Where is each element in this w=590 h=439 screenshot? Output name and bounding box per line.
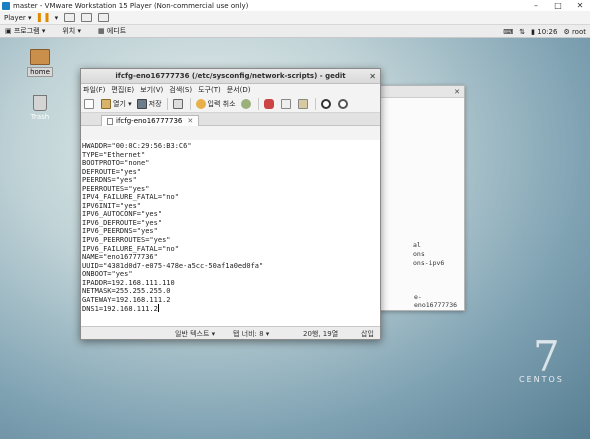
toolbar-separator xyxy=(166,98,168,110)
guest-desktop: ▣ 프로그램 ▾ 위치 ▾ ▦ 에디트 ⌨ ⇅ ▮ 10:26 ⚙ root h… xyxy=(0,25,590,439)
minimize-icon[interactable]: – xyxy=(526,0,546,11)
unity-icon[interactable] xyxy=(81,13,93,22)
menu-tools[interactable]: 도구(T) xyxy=(198,85,221,95)
trash-icon[interactable]: Trash xyxy=(23,95,57,121)
gedit-menubar: 파일(F) 편집(E) 보기(V) 검색(S) 도구(T) 문서(D) xyxy=(81,84,380,96)
tab-width-selector[interactable]: 탭 너비: 8 ▾ xyxy=(233,329,269,339)
replace-icon xyxy=(337,99,348,109)
toolbar-separator xyxy=(189,98,191,110)
toolbar-separator xyxy=(314,98,316,110)
replace-button[interactable] xyxy=(337,99,350,109)
close-icon[interactable]: ✕ xyxy=(570,0,590,11)
menu-documents[interactable]: 문서(D) xyxy=(227,85,251,95)
send-ctrl-alt-del-icon[interactable] xyxy=(64,13,76,22)
gnome-top-bar: ▣ 프로그램 ▾ 위치 ▾ ▦ 에디트 ⌨ ⇅ ▮ 10:26 ⚙ root xyxy=(0,25,590,38)
toolbar-separator xyxy=(257,98,259,110)
pause-icon[interactable]: ❚❚ xyxy=(36,13,51,23)
save-icon xyxy=(136,99,147,109)
bg-window-close-icon[interactable]: ✕ xyxy=(454,88,460,96)
user-menu[interactable]: ⚙ root xyxy=(563,28,586,36)
keyboard-icon[interactable]: ⌨ xyxy=(503,28,513,36)
gedit-tabbar: ifcfg-eno16777736 ✕ xyxy=(81,113,380,126)
editor-content[interactable]: HWADDR="00:0C:29:56:B3:C6" TYPE="Etherne… xyxy=(81,140,380,314)
open-folder-icon xyxy=(101,99,111,109)
new-file-icon xyxy=(84,99,94,109)
trash-can-icon xyxy=(33,95,47,111)
find-button[interactable] xyxy=(320,99,333,109)
undo-icon xyxy=(195,99,206,109)
active-app-menu[interactable]: ▦ 에디트 xyxy=(98,26,126,36)
document-tab-icon xyxy=(107,117,113,125)
player-menu[interactable]: Player ▾ xyxy=(4,14,32,22)
home-folder-icon[interactable]: home xyxy=(23,49,57,77)
bg-window-last-line: e-eno16777736 xyxy=(414,293,458,309)
print-button[interactable] xyxy=(172,99,185,109)
gedit-window[interactable]: ifcfg-eno16777736 (/etc/sysconfig/networ… xyxy=(80,68,381,340)
centos-version-logo: 7 xyxy=(533,332,560,381)
cursor-position: 20행, 19열 xyxy=(303,330,339,338)
new-file-button[interactable] xyxy=(84,99,96,109)
text-cursor xyxy=(157,304,159,313)
gedit-toolbar: 열기 ▾ 저장 입력 취소 xyxy=(81,96,380,113)
menu-search[interactable]: 검색(S) xyxy=(169,85,192,95)
menu-view[interactable]: 보기(V) xyxy=(140,85,163,95)
redo-icon xyxy=(240,99,251,109)
gedit-title: ifcfg-eno16777736 (/etc/sysconfig/networ… xyxy=(115,72,346,80)
host-window-title: master - VMware Workstation 15 Player (N… xyxy=(13,1,249,10)
undo-button[interactable]: 입력 취소 xyxy=(195,99,236,109)
menu-file[interactable]: 파일(F) xyxy=(83,85,105,95)
cut-icon xyxy=(263,99,274,109)
gedit-close-icon[interactable]: ✕ xyxy=(369,69,376,84)
gedit-statusbar: 일반 텍스트 ▾ 탭 너비: 8 ▾ 20행, 19열 삽입 xyxy=(81,326,380,339)
search-icon xyxy=(320,99,331,109)
paste-button[interactable] xyxy=(297,99,310,109)
save-button[interactable]: 저장 xyxy=(136,99,162,109)
gedit-titlebar[interactable]: ifcfg-eno16777736 (/etc/sysconfig/networ… xyxy=(81,69,380,84)
host-toolbar: Player ▾ ❚❚ ▾ xyxy=(0,11,590,25)
paste-icon xyxy=(297,99,308,109)
copy-icon xyxy=(280,99,291,109)
fullscreen-icon[interactable] xyxy=(98,13,110,22)
menu-edit[interactable]: 편집(E) xyxy=(111,85,134,95)
insert-mode: 삽입 xyxy=(361,330,374,338)
open-button[interactable]: 열기 ▾ xyxy=(101,99,132,109)
folder-icon xyxy=(30,49,50,65)
copy-button[interactable] xyxy=(280,99,293,109)
applications-menu[interactable]: ▣ 프로그램 ▾ xyxy=(5,26,45,36)
cut-button[interactable] xyxy=(263,99,276,109)
text-editor[interactable]: HWADDR="00:0C:29:56:B3:C6" TYPE="Etherne… xyxy=(81,140,380,326)
syntax-selector[interactable]: 일반 텍스트 ▾ xyxy=(175,329,215,339)
document-tab[interactable]: ifcfg-eno16777736 ✕ xyxy=(101,115,200,126)
vmware-icon xyxy=(2,1,10,10)
tab-close-icon[interactable]: ✕ xyxy=(187,117,193,125)
network-icon[interactable]: ⇅ xyxy=(519,28,525,36)
maximize-icon[interactable]: □ xyxy=(548,0,568,11)
clock[interactable]: ▮ 10:26 xyxy=(531,28,557,36)
centos-wordmark: CENTOS xyxy=(519,375,564,384)
pause-dropdown-icon[interactable]: ▾ xyxy=(55,14,59,22)
places-menu[interactable]: 위치 ▾ xyxy=(62,26,81,36)
print-icon xyxy=(172,99,183,109)
bg-window-lines: al ons ons-ipv6 xyxy=(413,241,445,267)
host-title-bar: master - VMware Workstation 15 Player (N… xyxy=(0,0,590,11)
redo-button[interactable] xyxy=(240,99,253,109)
